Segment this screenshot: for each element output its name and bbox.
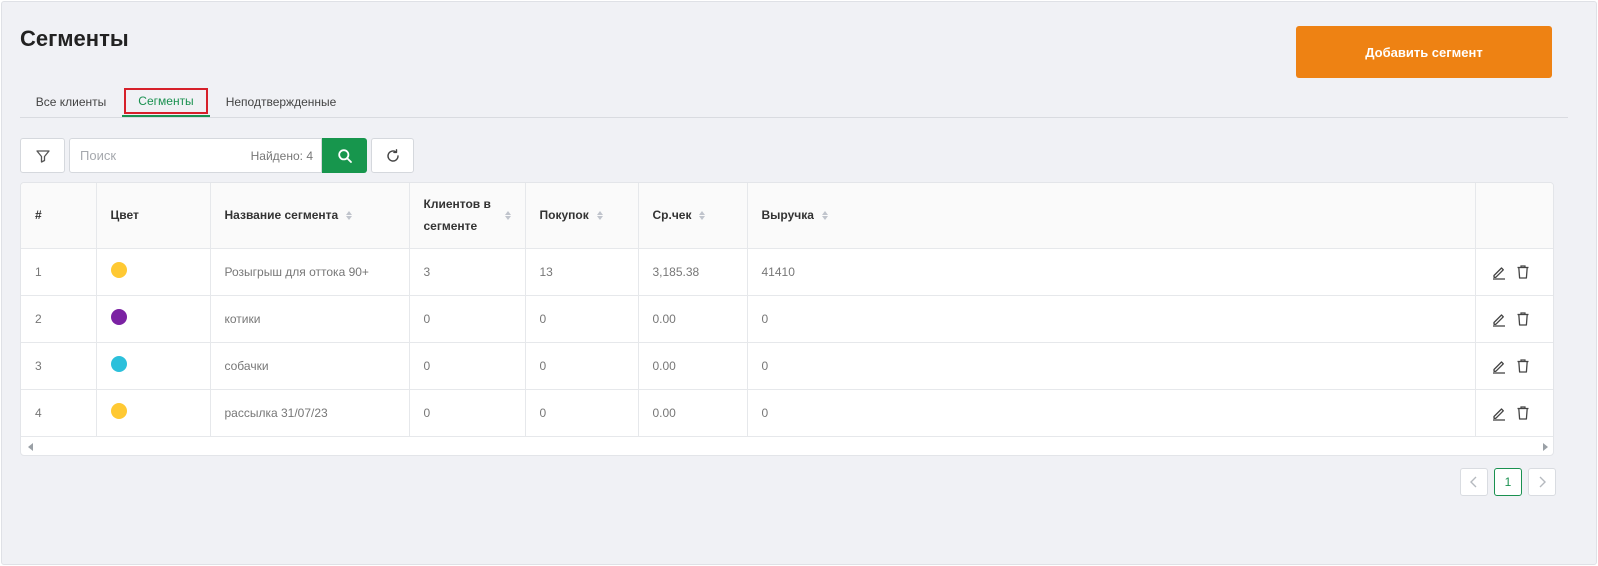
table-row: 2 котики 0 0 0.00 0 [21, 295, 1553, 343]
cell-actions [1475, 342, 1553, 390]
page-title: Сегменты [20, 26, 129, 51]
search-button[interactable] [322, 138, 367, 173]
filter-icon [35, 149, 50, 163]
cell-actions [1475, 295, 1553, 343]
cell-avg-check: 0.00 [638, 295, 748, 343]
cell-color [96, 248, 211, 296]
cell-clients: 0 [409, 342, 526, 390]
column-header-label: Клиентов в сегменте [423, 197, 491, 234]
edit-icon[interactable] [1490, 310, 1508, 328]
edit-icon[interactable] [1490, 404, 1508, 422]
column-header-purchases[interactable]: Покупок [525, 183, 639, 249]
found-count: Найдено: 4 [250, 149, 313, 163]
cell-color [96, 342, 211, 390]
column-header-label: Цвет [110, 208, 139, 223]
cell-segment-name: собачки [210, 342, 410, 390]
trash-icon[interactable] [1514, 404, 1532, 422]
prev-page-button[interactable] [1460, 468, 1488, 496]
cell-avg-check: 0.00 [638, 389, 748, 437]
edit-icon[interactable] [1490, 263, 1508, 281]
cell-number: 1 [21, 248, 97, 296]
trash-icon[interactable] [1514, 357, 1532, 375]
cell-revenue: 0 [747, 389, 1476, 437]
column-header-label: Название сегмента [224, 208, 339, 223]
cell-revenue: 41410 [747, 248, 1476, 296]
chevron-left-icon [1470, 476, 1477, 488]
column-header-name[interactable]: Название сегмента [210, 183, 410, 249]
column-header-label: # [35, 208, 42, 223]
cell-color [96, 389, 211, 437]
cell-clients: 0 [409, 389, 526, 437]
trash-icon[interactable] [1514, 310, 1532, 328]
sort-icon[interactable] [596, 210, 603, 220]
table-body: 1 Розыгрыш для оттока 90+ 3 13 3,185.38 41410… [21, 248, 1553, 437]
cell-revenue: 0 [747, 295, 1476, 343]
cell-revenue: 0 [747, 342, 1476, 390]
column-header-avg-check[interactable]: Ср.чек [638, 183, 748, 249]
edit-icon[interactable] [1490, 357, 1508, 375]
color-dot [110, 403, 127, 419]
page-number-button[interactable]: 1 [1494, 468, 1522, 496]
tab-segments[interactable]: Сегменты [122, 86, 210, 117]
add-segment-button[interactable]: Добавить сегмент [1296, 26, 1552, 78]
sort-icon[interactable] [821, 210, 828, 220]
column-header-clients[interactable]: Клиентов в сегменте [409, 183, 526, 249]
segments-table: # Цвет Название сегмента Клиентов в сегм… [20, 182, 1554, 456]
cell-actions [1475, 389, 1553, 437]
column-header-number: # [21, 183, 97, 249]
cell-clients: 3 [409, 248, 526, 296]
cell-number: 3 [21, 342, 97, 390]
color-dot [110, 309, 127, 325]
cell-avg-check: 0.00 [638, 342, 748, 390]
column-header-label: Ср.чек [652, 208, 692, 223]
tab-label: Все клиенты [35, 94, 107, 109]
cell-color [96, 295, 211, 343]
tab-label: Неподтвержденные [225, 94, 337, 109]
cell-segment-name: рассылка 31/07/23 [210, 389, 410, 437]
cell-purchases: 0 [525, 342, 639, 390]
column-header-actions [1475, 183, 1553, 249]
page: Сегменты Добавить сегмент Все клиенты Се… [1, 1, 1597, 565]
next-page-button[interactable] [1528, 468, 1556, 496]
tabs-bar: Все клиенты Сегменты Неподтвержденные [20, 86, 1568, 118]
filter-button[interactable] [20, 138, 65, 173]
trash-icon[interactable] [1514, 263, 1532, 281]
table-header-row: # Цвет Название сегмента Клиентов в сегм… [21, 183, 1553, 249]
scroll-left-icon[interactable] [28, 443, 33, 451]
search-icon [337, 148, 352, 163]
column-header-label: Покупок [539, 208, 589, 223]
chevron-right-icon [1539, 476, 1546, 488]
table-row: 3 собачки 0 0 0.00 0 [21, 342, 1553, 390]
color-dot [110, 262, 127, 278]
search-field: Найдено: 4 [69, 138, 322, 173]
search-input[interactable] [70, 139, 230, 172]
refresh-button[interactable] [371, 138, 414, 173]
column-header-color: Цвет [96, 183, 211, 249]
scroll-right-icon[interactable] [1543, 443, 1548, 451]
cell-avg-check: 3,185.38 [638, 248, 748, 296]
horizontal-scrollbar[interactable] [20, 438, 1554, 454]
sort-icon[interactable] [699, 210, 706, 220]
cell-segment-name: котики [210, 295, 410, 343]
sort-icon[interactable] [346, 210, 353, 220]
tab-label: Сегменты [124, 87, 208, 114]
cell-clients: 0 [409, 295, 526, 343]
cell-purchases: 0 [525, 389, 639, 437]
cell-purchases: 0 [525, 295, 639, 343]
table-row: 4 рассылка 31/07/23 0 0 0.00 0 [21, 389, 1553, 437]
sort-icon[interactable] [504, 210, 511, 220]
tab-unconfirmed[interactable]: Неподтвержденные [220, 86, 342, 117]
cell-number: 4 [21, 389, 97, 437]
color-dot [110, 356, 127, 372]
table-row: 1 Розыгрыш для оттока 90+ 3 13 3,185.38 41410 [21, 248, 1553, 296]
cell-segment-name: Розыгрыш для оттока 90+ [210, 248, 410, 296]
cell-number: 2 [21, 295, 97, 343]
cell-purchases: 13 [525, 248, 639, 296]
refresh-icon [386, 148, 399, 162]
cell-actions [1475, 248, 1553, 296]
column-header-revenue[interactable]: Выручка [747, 183, 1476, 249]
tab-all-clients[interactable]: Все клиенты [20, 86, 122, 117]
column-header-label: Выручка [761, 208, 814, 223]
